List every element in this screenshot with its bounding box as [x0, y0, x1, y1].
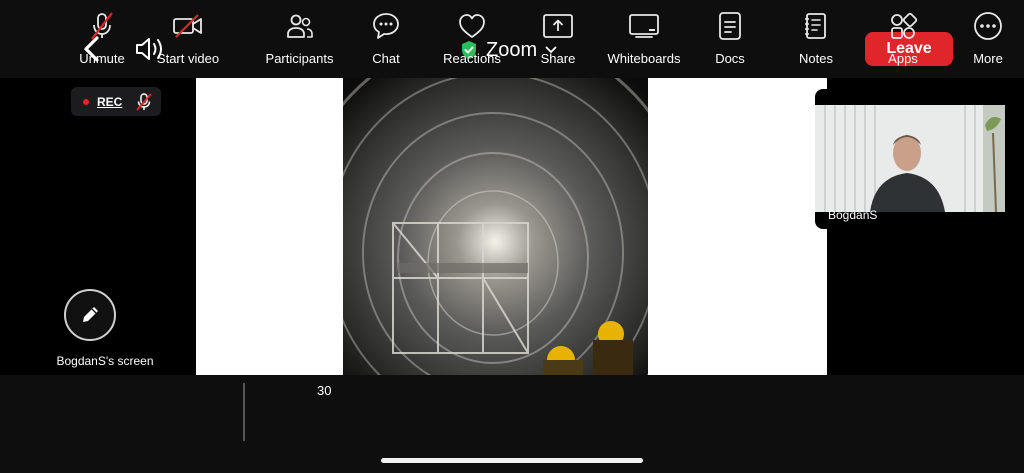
- reactions-label: Reactions: [443, 51, 501, 66]
- participant-thumbnail[interactable]: BogdanS: [815, 89, 1005, 229]
- share-label: Share: [540, 51, 576, 66]
- participants-button[interactable]: Participants: [262, 10, 337, 70]
- whiteboard-icon: [629, 14, 659, 38]
- recording-label: REC: [97, 94, 123, 109]
- chat-icon: [373, 13, 399, 39]
- docs-icon: [719, 12, 741, 40]
- apps-label: Apps: [888, 51, 918, 66]
- unmute-label: Unmute: [79, 51, 125, 66]
- heart-icon: [459, 14, 485, 38]
- more-label: More: [973, 51, 1003, 66]
- annotate-button[interactable]: [64, 289, 116, 341]
- participants-count-badge: 30: [317, 383, 332, 398]
- recording-indicator[interactable]: REC: [71, 87, 161, 116]
- participant-name: BogdanS: [828, 208, 878, 222]
- recording-dot: [83, 98, 89, 105]
- mic-off-icon: [136, 92, 153, 111]
- more-button[interactable]: More: [969, 10, 1007, 70]
- share-button[interactable]: Share: [538, 10, 578, 70]
- apps-button[interactable]: Apps: [885, 10, 921, 70]
- shared-screen: [196, 78, 827, 375]
- notes-icon: [805, 13, 826, 39]
- mic-off-icon: [91, 12, 113, 40]
- shared-tunnel-photo: [343, 78, 648, 375]
- whiteboards-button[interactable]: Whiteboards: [605, 10, 683, 70]
- notes-button[interactable]: Notes: [795, 10, 837, 70]
- participants-label: Participants: [265, 51, 334, 66]
- reactions-button[interactable]: Reactions: [441, 10, 503, 70]
- apps-icon: [891, 12, 918, 39]
- participants-icon: [286, 14, 313, 38]
- unmute-button[interactable]: Unmute: [76, 10, 128, 70]
- notes-label: Notes: [799, 51, 833, 66]
- docs-button[interactable]: Docs: [711, 10, 749, 70]
- share-icon: [543, 14, 573, 38]
- start-video-label: Start video: [156, 51, 220, 66]
- share-owner-label: BogdanS's screen: [56, 354, 154, 368]
- pencil-icon: [83, 307, 98, 322]
- participant-video: [815, 105, 1005, 212]
- chat-button[interactable]: Chat: [366, 10, 406, 70]
- start-video-button[interactable]: Start video: [153, 10, 223, 70]
- toolbar-divider: [243, 383, 245, 441]
- home-indicator[interactable]: [381, 458, 643, 463]
- docs-label: Docs: [715, 51, 745, 66]
- more-icon: [974, 12, 1002, 40]
- video-off-icon: [173, 14, 202, 38]
- chat-label: Chat: [372, 51, 400, 66]
- whiteboards-label: Whiteboards: [607, 51, 681, 66]
